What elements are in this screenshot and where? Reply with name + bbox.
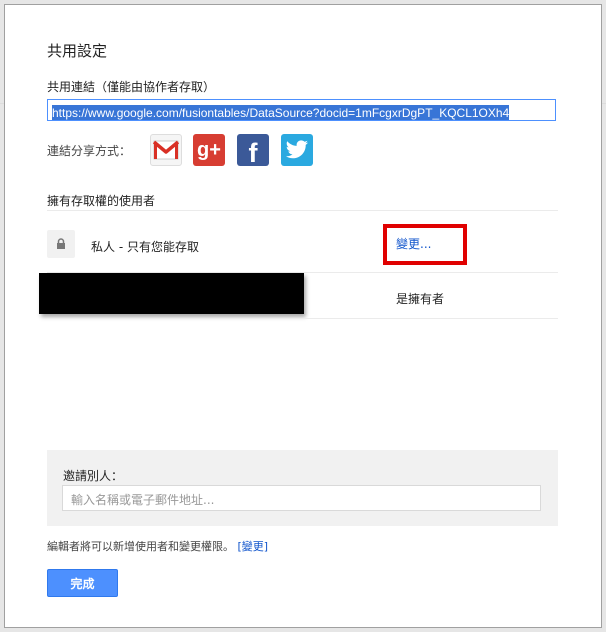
google-plus-icon[interactable]: g+ (193, 134, 225, 166)
twitter-icon[interactable] (281, 134, 313, 166)
footer-text: 編輯者將可以新增使用者和變更權限。 (47, 540, 234, 553)
divider (47, 210, 558, 211)
invite-section: 邀請別人： 輸入名稱或電子郵件地址... (47, 450, 558, 526)
facebook-icon[interactable]: f (237, 134, 269, 168)
owner-role-label: 是擁有者 (396, 292, 445, 306)
invite-input[interactable]: 輸入名稱或電子郵件地址... (62, 485, 541, 511)
share-via-label: 連結分享方式： (47, 144, 132, 158)
change-visibility-link[interactable]: 變更... (396, 235, 431, 252)
visibility-status: 私人 - 只有您能存取 (91, 240, 199, 254)
footer-change-link[interactable]: [變更] (238, 540, 269, 553)
share-link-field[interactable]: https://www.google.com/fusiontables/Data… (47, 99, 556, 121)
access-section-label: 擁有存取權的使用者 (47, 194, 156, 208)
gmail-icon[interactable] (150, 134, 182, 166)
dialog-title: 共用設定 (47, 42, 108, 60)
done-button[interactable]: 完成 (47, 569, 118, 597)
footer-note: 編輯者將可以新增使用者和變更權限。 [變更] (47, 538, 268, 554)
redacted-owner-name (39, 273, 304, 314)
share-settings-dialog: 共用設定 共用連結（僅能由協作者存取） https://www.google.c… (4, 4, 602, 628)
share-link-label: 共用連結（僅能由協作者存取） (47, 80, 216, 94)
invite-label: 邀請別人： (63, 469, 124, 483)
divider (47, 318, 558, 319)
lock-icon (47, 230, 75, 258)
share-link-url[interactable]: https://www.google.com/fusiontables/Data… (52, 105, 510, 120)
